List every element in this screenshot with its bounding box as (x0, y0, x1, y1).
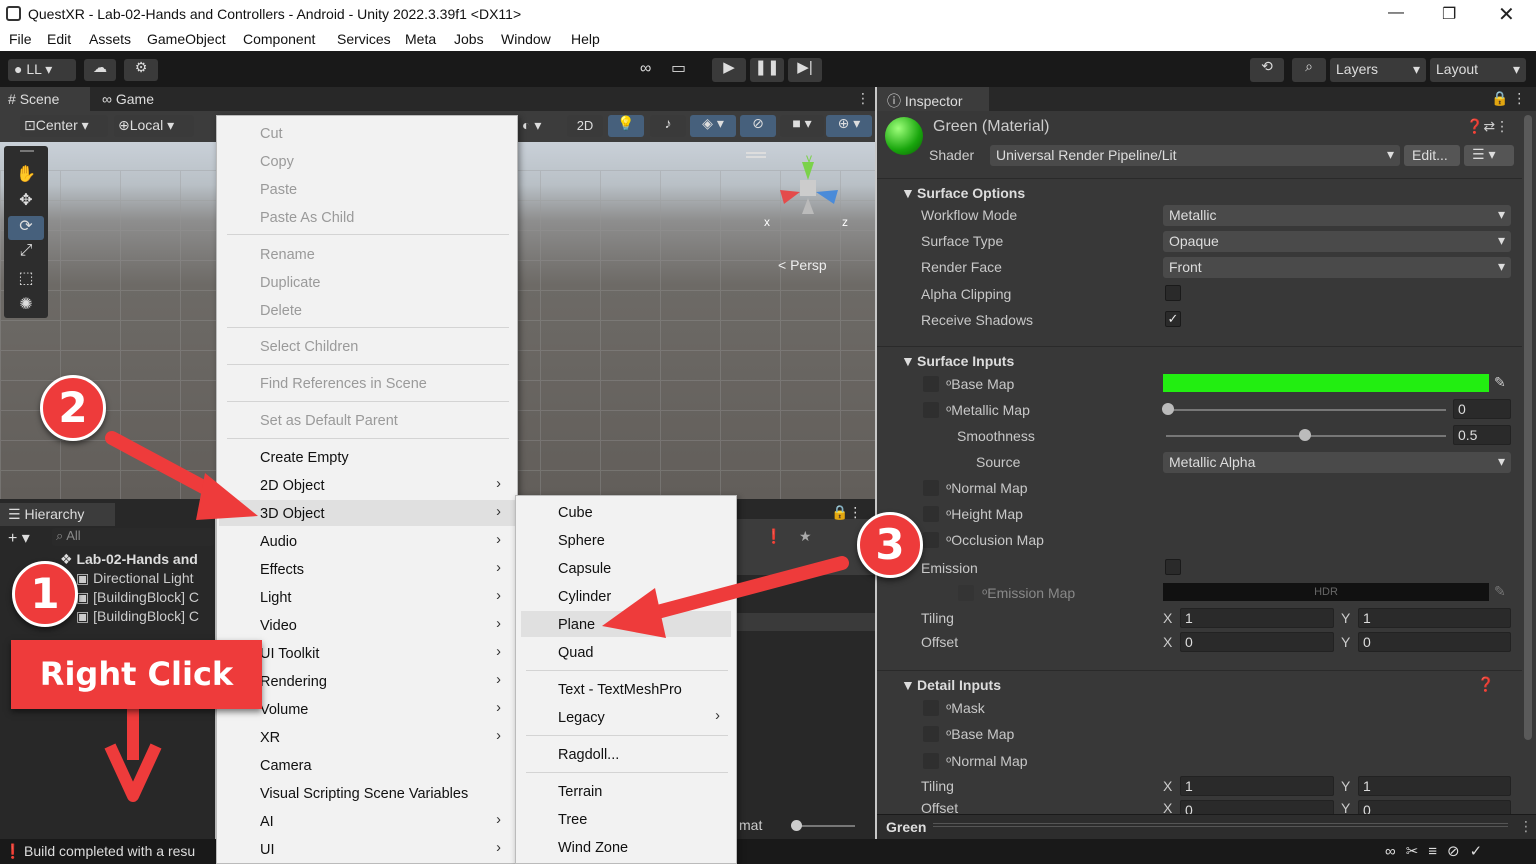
step-3-badge: 3 (857, 512, 923, 578)
arrow-step3-head (602, 588, 666, 638)
step-2-badge: 2 (40, 375, 106, 441)
arrow-step2-head (196, 473, 258, 520)
right-click-callout: Right Click (11, 640, 262, 709)
annotation-arrows (104, 431, 849, 802)
step-1-badge: 1 (12, 561, 78, 627)
arrow-step3-shaft (643, 556, 849, 621)
